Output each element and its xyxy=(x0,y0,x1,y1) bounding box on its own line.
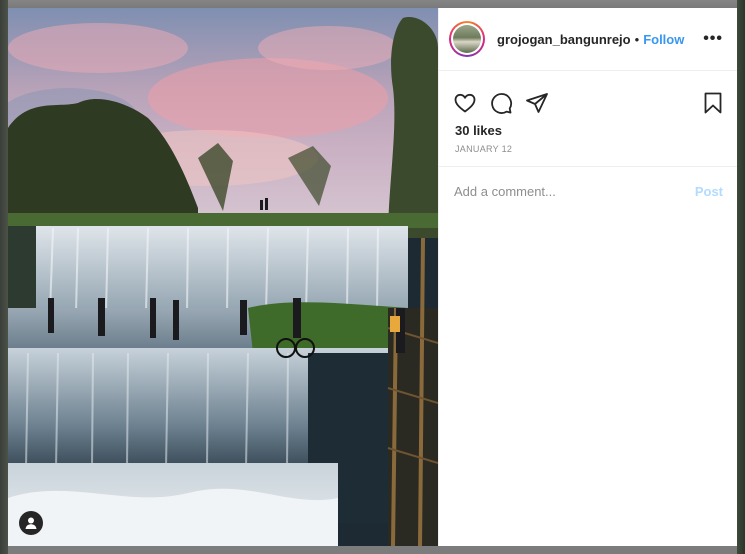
heart-icon[interactable] xyxy=(453,91,477,115)
post-header: grojogan_bangunrejo • Follow ••• xyxy=(439,8,737,71)
bookmark-icon[interactable] xyxy=(701,91,725,115)
avatar[interactable] xyxy=(449,21,485,57)
more-options-icon[interactable]: ••• xyxy=(703,30,723,48)
avatar-image xyxy=(453,25,481,53)
post-comment-button[interactable]: Post xyxy=(695,184,723,199)
comment-icon[interactable] xyxy=(489,91,513,115)
user-icon[interactable] xyxy=(19,511,43,535)
paper-plane-icon[interactable] xyxy=(525,91,549,115)
post-modal: grojogan_bangunrejo • Follow ••• 30 like… xyxy=(8,8,737,546)
action-bar xyxy=(439,81,737,119)
post-photo[interactable] xyxy=(8,8,438,546)
post-details-panel: grojogan_bangunrejo • Follow ••• 30 like… xyxy=(438,8,737,546)
username-link[interactable]: grojogan_bangunrejo xyxy=(497,32,631,47)
follow-button[interactable]: Follow xyxy=(643,32,684,47)
header-spacer xyxy=(439,71,737,81)
likes-count[interactable]: 30 likes xyxy=(439,119,737,138)
waterfall-photo xyxy=(8,8,438,546)
separator-dot: • xyxy=(634,31,640,47)
user-glyph-icon xyxy=(25,517,37,529)
post-date[interactable]: JANUARY 12 xyxy=(439,138,737,166)
avatar-inner xyxy=(451,23,483,55)
comment-input[interactable] xyxy=(454,184,695,199)
comment-box: Post xyxy=(439,166,737,216)
